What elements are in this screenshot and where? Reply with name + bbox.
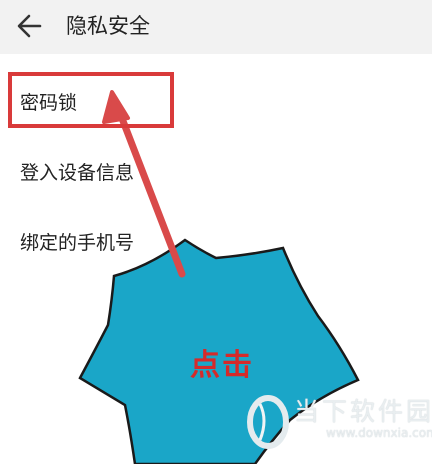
pointer-arrow-line [114, 104, 186, 278]
watermark: 当下软件园 www.downxia.com [246, 390, 432, 464]
screen: 隐私安全 密码锁 登入设备信息 绑定的手机号 点击 当下软件园 www.down… [0, 0, 432, 464]
watermark-url: www.downxia.com [326, 426, 432, 440]
watermark-logo [247, 395, 289, 449]
click-label: 点击 [190, 348, 254, 383]
highlight-box [8, 72, 174, 128]
watermark-text: 当下软件园 [294, 397, 432, 426]
